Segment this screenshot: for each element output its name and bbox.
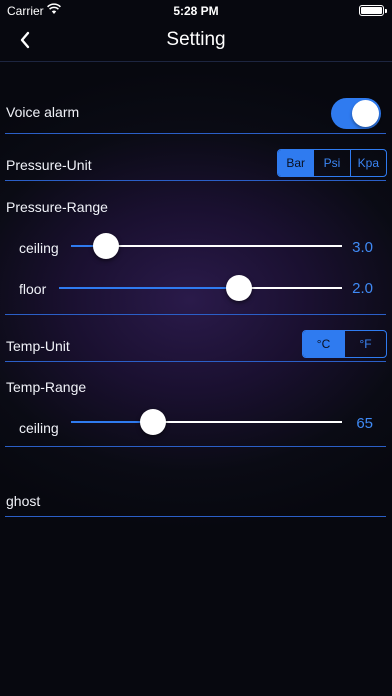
pressure-unit-selector[interactable]: Bar Psi Kpa — [277, 149, 387, 177]
pressure-unit-kpa[interactable]: Kpa — [349, 150, 386, 176]
pressure-unit-psi[interactable]: Psi — [313, 150, 349, 176]
navigation-bar: Setting — [0, 20, 392, 62]
temp-range-label: Temp-Range — [6, 379, 87, 395]
temp-ceiling-value: 65 — [356, 415, 373, 432]
slider-thumb[interactable] — [226, 275, 253, 301]
battery-level — [361, 7, 382, 14]
slider-track — [239, 287, 342, 289]
temp-ceiling-label: ceiling — [19, 420, 59, 436]
ghost-label: ghost — [6, 493, 41, 509]
divider — [5, 180, 386, 181]
divider — [5, 314, 386, 315]
divider — [5, 361, 386, 362]
temp-unit-fahrenheit[interactable]: °F — [344, 331, 386, 357]
pressure-floor-value: 2.0 — [352, 280, 373, 297]
slider-thumb[interactable] — [139, 409, 166, 435]
clock: 5:28 PM — [173, 4, 219, 18]
slider-track — [152, 421, 342, 423]
temp-ceiling-slider[interactable] — [71, 407, 342, 437]
slider-track-filled — [59, 287, 240, 289]
pressure-floor-label: floor — [19, 281, 47, 297]
temp-unit-selector[interactable]: °C °F — [302, 330, 387, 358]
pressure-ceiling-slider[interactable] — [71, 231, 342, 261]
pressure-floor-slider[interactable] — [59, 273, 342, 303]
status-bar: Carrier 5:28 PM — [0, 0, 392, 20]
divider — [5, 516, 386, 517]
voice-alarm-label: Voice alarm — [6, 104, 80, 120]
pressure-unit-label: Pressure-Unit — [6, 157, 92, 173]
toggle-knob — [352, 100, 379, 127]
slider-thumb[interactable] — [93, 233, 120, 259]
pressure-ceiling-value: 3.0 — [352, 239, 373, 256]
voice-alarm-toggle[interactable] — [331, 98, 381, 129]
slider-track — [106, 245, 342, 247]
temp-unit-label: Temp-Unit — [6, 338, 70, 354]
divider — [5, 133, 386, 134]
pressure-ceiling-label: ceiling — [19, 240, 59, 256]
battery-icon — [359, 5, 387, 16]
pressure-unit-bar[interactable]: Bar — [278, 150, 314, 176]
page-title: Setting — [166, 29, 226, 50]
temp-unit-celsius[interactable]: °C — [303, 331, 344, 357]
divider — [5, 446, 386, 447]
pressure-range-label: Pressure-Range — [6, 199, 108, 215]
